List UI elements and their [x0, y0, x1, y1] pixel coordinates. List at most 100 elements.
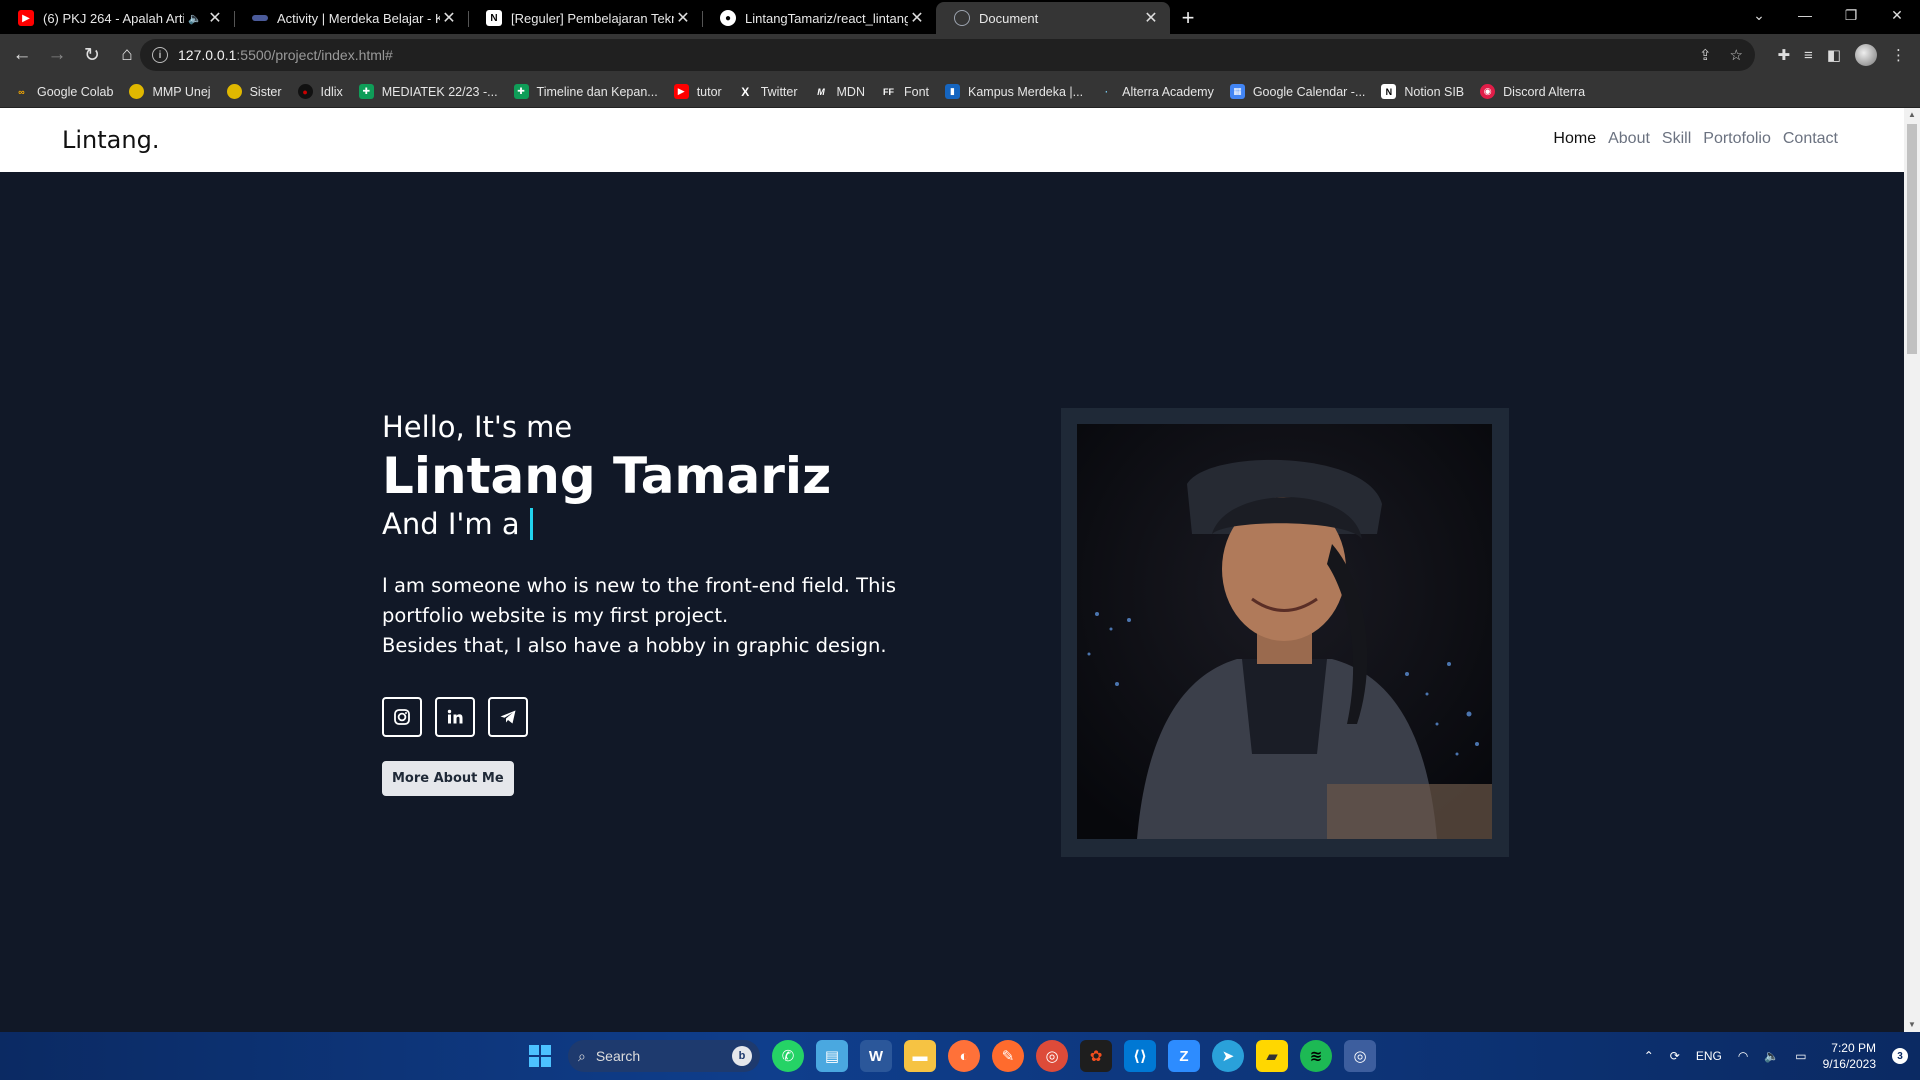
back-icon[interactable]: ←: [6, 39, 38, 71]
instagram-icon[interactable]: [382, 696, 422, 737]
forward-icon[interactable]: →: [41, 39, 73, 71]
nav-contact[interactable]: Contact: [1783, 130, 1838, 148]
hero-role-prefix: And I'm a: [382, 506, 520, 541]
bookmark-notion-sib[interactable]: N Notion SIB: [1381, 84, 1464, 99]
bookmark-label: tutor: [696, 84, 722, 99]
bookmark-font[interactable]: FF Font: [881, 84, 929, 99]
notification-badge[interactable]: 3: [1892, 1048, 1908, 1064]
more-about-me-button[interactable]: More About Me: [382, 760, 514, 796]
bookmark-tutor[interactable]: ▶ tutor: [673, 84, 722, 99]
notepad-icon[interactable]: ▤: [816, 1040, 848, 1072]
menu-icon[interactable]: ⋮: [1891, 46, 1906, 64]
close-tab-icon[interactable]: ✕: [674, 8, 692, 28]
bookmark-idlix[interactable]: ● Idlix: [297, 84, 343, 99]
bookmark-label: MDN: [836, 84, 865, 99]
address-bar[interactable]: i 127.0.0.1:5500/project/index.html# ⇪ ☆: [140, 39, 1755, 71]
bookmark-sister[interactable]: Sister: [226, 84, 282, 99]
chrome-icon[interactable]: ◎: [1036, 1040, 1068, 1072]
bookmark-alterra-academy[interactable]: · Alterra Academy: [1099, 84, 1214, 99]
tab-notion[interactable]: N [Reguler] Pembelajaran Teknis Re ✕: [468, 2, 702, 34]
bookmark-label: Discord Alterra: [1503, 84, 1586, 99]
nav-skill[interactable]: Skill: [1662, 130, 1691, 148]
close-tab-icon[interactable]: ✕: [908, 8, 926, 28]
tab-title: (6) PKJ 264 - Apalah Arti Ibadah: [43, 10, 185, 26]
file-explorer-icon[interactable]: ▬: [904, 1040, 936, 1072]
close-tab-icon[interactable]: ✕: [440, 8, 458, 28]
bookmark-twitter[interactable]: X Twitter: [738, 84, 798, 99]
close-tab-icon[interactable]: ✕: [1142, 8, 1160, 28]
windows-start-icon[interactable]: [524, 1040, 556, 1072]
bookmark-label: Font: [903, 84, 929, 99]
firefox-icon[interactable]: ◐: [948, 1040, 980, 1072]
browser-tab-strip: ▶ (6) PKJ 264 - Apalah Arti Ibadah 🔈 ✕ A…: [0, 0, 1920, 34]
site-header: Lintang. Home About Skill Portofolio Con…: [0, 108, 1904, 172]
window-controls: ⌄ — ❐ ✕: [1736, 0, 1920, 30]
extensions-icon[interactable]: ✚: [1777, 46, 1790, 64]
whatsapp-icon[interactable]: ✆: [772, 1040, 804, 1072]
share-icon[interactable]: ⇪: [1699, 46, 1712, 64]
bookmark-star-icon[interactable]: ☆: [1730, 46, 1743, 64]
tab-merdeka[interactable]: Activity | Merdeka Belajar - Kampus ✕: [234, 2, 468, 34]
telegram-app-icon[interactable]: ➤: [1212, 1040, 1244, 1072]
media-control-icon[interactable]: ≡: [1804, 47, 1813, 64]
tab-document[interactable]: Document ✕: [936, 2, 1170, 34]
bing-icon[interactable]: b: [732, 1046, 752, 1066]
sync-icon[interactable]: ⟳: [1670, 1049, 1680, 1063]
wifi-icon[interactable]: ◠: [1738, 1049, 1748, 1063]
volume-icon[interactable]: 🔈: [1764, 1049, 1779, 1063]
bookmark-google-colab[interactable]: ∞ Google Colab: [14, 84, 113, 99]
side-panel-icon[interactable]: ◧: [1827, 46, 1841, 64]
minimize-icon[interactable]: —: [1782, 0, 1828, 30]
draw-icon[interactable]: ✎: [992, 1040, 1024, 1072]
sticky-notes-icon[interactable]: ▰: [1256, 1040, 1288, 1072]
bookmark-kampus-merdeka[interactable]: ▮ Kampus Merdeka |...: [945, 84, 1083, 99]
reload-icon[interactable]: ↻: [76, 39, 108, 71]
bookmark-mmp-unej[interactable]: MMP Unej: [129, 84, 211, 99]
spotify-icon[interactable]: ≋: [1300, 1040, 1332, 1072]
tray-overflow-icon[interactable]: ⌃: [1644, 1049, 1654, 1063]
close-window-icon[interactable]: ✕: [1874, 0, 1920, 30]
restore-icon[interactable]: ❐: [1828, 0, 1874, 30]
tab-youtube[interactable]: ▶ (6) PKJ 264 - Apalah Arti Ibadah 🔈 ✕: [0, 2, 234, 34]
battery-icon[interactable]: ▭: [1795, 1049, 1806, 1063]
bookmark-google-calendar[interactable]: ▦ Google Calendar -...: [1229, 84, 1365, 99]
vscode-icon[interactable]: ⟨⟩: [1124, 1040, 1156, 1072]
taskbar-search[interactable]: ⌕ Search b: [568, 1040, 760, 1072]
telegram-icon[interactable]: [488, 696, 528, 737]
tab-github[interactable]: ● LintangTamariz/react_lintang-tam ✕: [702, 2, 936, 34]
bookmark-label: Alterra Academy: [1122, 84, 1214, 99]
bookmark-discord-alterra[interactable]: ◉ Discord Alterra: [1480, 84, 1585, 99]
chrome-active-icon[interactable]: ◎: [1344, 1040, 1376, 1072]
site-info-icon[interactable]: i: [152, 47, 168, 63]
zoom-icon[interactable]: Z: [1168, 1040, 1200, 1072]
page-scrollbar[interactable]: ▲ ▼: [1904, 108, 1920, 1032]
merdeka-icon: [252, 15, 268, 21]
scroll-down-icon[interactable]: ▼: [1904, 1018, 1920, 1032]
close-tab-icon[interactable]: ✕: [206, 8, 224, 28]
site-logo[interactable]: Lintang.: [62, 126, 159, 154]
bookmark-label: Twitter: [760, 84, 798, 99]
bookmark-mediatek[interactable]: ✚ MEDIATEK 22/23 -...: [358, 84, 498, 99]
scroll-up-icon[interactable]: ▲: [1904, 108, 1920, 122]
nav-home[interactable]: Home: [1553, 130, 1596, 148]
hero-description-2: Besides that, I also have a hobby in gra…: [382, 633, 887, 657]
word-icon[interactable]: W: [860, 1040, 892, 1072]
bookmark-timeline[interactable]: ✚ Timeline dan Kepan...: [513, 84, 658, 99]
nav-portofolio[interactable]: Portofolio: [1703, 130, 1771, 148]
nav-about[interactable]: About: [1608, 130, 1650, 148]
new-tab-button[interactable]: +: [1170, 2, 1206, 34]
figma-icon[interactable]: ✿: [1080, 1040, 1112, 1072]
ff-icon: FF: [882, 86, 894, 97]
calendar-icon: ▦: [1229, 84, 1245, 99]
linkedin-icon[interactable]: [435, 696, 475, 737]
bookmark-mdn[interactable]: M MDN: [814, 84, 865, 99]
tab-search-icon[interactable]: ⌄: [1736, 0, 1782, 30]
language-indicator[interactable]: ENG: [1696, 1049, 1722, 1063]
hero-description-1: I am someone who is new to the front-end…: [382, 573, 897, 627]
scroll-thumb[interactable]: [1907, 124, 1917, 354]
bookmark-label: Idlix: [320, 84, 343, 99]
speaker-icon[interactable]: 🔈: [188, 12, 202, 25]
home-icon[interactable]: ⌂: [111, 39, 143, 71]
profile-avatar[interactable]: [1855, 44, 1877, 66]
clock[interactable]: 7:20 PM 9/16/2023: [1823, 1040, 1876, 1072]
